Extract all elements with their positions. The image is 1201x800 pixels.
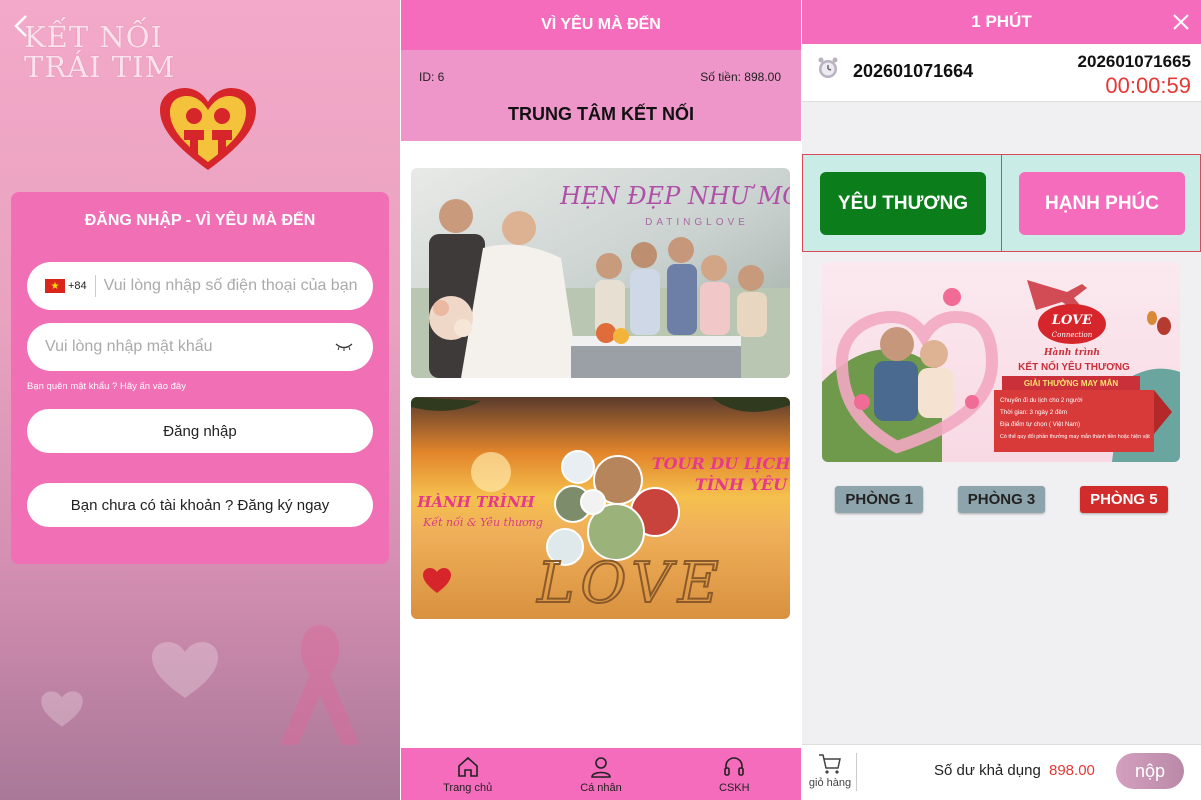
banner3-line2: KẾT NỐI YÊU THƯƠNG: [1018, 359, 1130, 373]
register-button[interactable]: Bạn chưa có tài khoản ? Đăng ký ngay: [27, 483, 373, 527]
room-5-tab[interactable]: PHÒNG 5: [1080, 486, 1168, 513]
balance-amount: Số tiền: 898.00: [700, 70, 781, 84]
account-info-bar: ID: 6 Số tiền: 898.00 TRUNG TÂM KẾT NỐI: [401, 50, 801, 141]
yeu-thuong-button[interactable]: YÊU THƯƠNG: [820, 172, 986, 235]
banner1-headline: HẸN ĐẸP NHƯ MƠ: [559, 182, 790, 210]
nav-label-profile: Cá nhân: [580, 781, 622, 794]
login-screen: KẾT NỐI TRÁI TIM ĐĂNG NHẬP - VÌ YÊU MÀ Đ…: [0, 0, 400, 800]
available-balance-label: Số dư khả dụng: [934, 762, 1041, 779]
banner2-journey: HÀNH TRÌNH: [416, 493, 535, 511]
nav-item-profile[interactable]: Cá nhân: [534, 748, 667, 800]
password-field[interactable]: Vui lòng nhập mật khẩu: [27, 323, 373, 371]
cart-button[interactable]: giỏ hàng: [806, 753, 854, 789]
room-title: 1 PHÚT: [971, 12, 1032, 31]
heart-couple-logo: [160, 88, 256, 170]
cart-icon: [819, 754, 841, 774]
home-header: VÌ YÊU MÀ ĐẾN: [401, 0, 801, 50]
user-id: ID: 6: [419, 70, 445, 84]
deposit-button[interactable]: nộp: [1116, 753, 1184, 789]
love-tour-banner[interactable]: TOUR DU LỊCH TÌNH YÊU HÀNH TRÌNH Kết nối…: [411, 397, 790, 619]
forgot-password-link[interactable]: Bạn quên mật khẩu ? Hãy ấn vào đây: [27, 381, 186, 392]
phone-placeholder: Vui lòng nhập số điện thoại của bạn: [103, 277, 358, 294]
brand-line-2: TRÁI TIM: [24, 50, 176, 84]
nav-label-home: Trang chủ: [443, 781, 493, 794]
center-title: TRUNG TÂM KẾT NỐI: [508, 104, 694, 124]
banner3-bullet-3: Địa điểm tự chọn ( Việt Nam): [1000, 421, 1080, 428]
banner2-tour-line1: TOUR DU LỊCH: [652, 454, 790, 473]
alarm-clock-icon: [818, 57, 838, 78]
screenshot: KẾT NỐI TRÁI TIM ĐĂNG NHẬP - VÌ YÊU MÀ Đ…: [0, 0, 1201, 800]
room-screen: 1 PHÚT 202601071664 202601071665 00:00:5…: [802, 0, 1201, 800]
dating-banner-image: HẸN ĐẸP NHƯ MƠ DATINGLOVE: [411, 168, 790, 378]
eye-closed-icon[interactable]: [335, 342, 353, 352]
heart-decoration: [41, 691, 83, 727]
session-timer-bar: 202601071664 202601071665 00:00:59: [802, 44, 1201, 102]
nav-label-support: CSKH: [719, 781, 750, 794]
love-connection-banner-image: LOVE Connection Hành trình KẾT NỐI YÊU T…: [822, 262, 1180, 462]
next-session-id: 202601071665: [1077, 52, 1191, 71]
banner3-badge-line2: Connection: [1052, 331, 1093, 339]
nav-item-home[interactable]: Trang chủ: [401, 748, 534, 800]
login-button[interactable]: Đăng nhập: [27, 409, 373, 453]
banner3-prize-title: GIẢI THƯỞNG MAY MẮN: [1024, 379, 1119, 388]
brand-line-1: KẾT NỐI: [24, 20, 164, 54]
headset-icon: [724, 756, 745, 776]
dating-banner[interactable]: HẸN ĐẸP NHƯ MƠ DATINGLOVE: [411, 168, 790, 378]
available-balance-value: 898.00: [1049, 762, 1095, 779]
bottom-nav: Trang chủ Cá nhân CSKH: [401, 748, 801, 800]
room-tabs: PHÒNG 1 PHÒNG 3 PHÒNG 5: [802, 486, 1201, 513]
love-tour-banner-image: TOUR DU LỊCH TÌNH YÊU HÀNH TRÌNH Kết nối…: [411, 397, 790, 619]
banner3-bullet-2: Thời gian: 3 ngày 2 đêm: [1000, 409, 1067, 416]
banner1-sub: DATINGLOVE: [645, 217, 749, 228]
current-session-id: 202601071664: [853, 61, 974, 81]
choice-cell-right: HẠNH PHÚC: [1002, 155, 1200, 251]
cart-label: giỏ hàng: [808, 777, 852, 789]
home-screen: VÌ YÊU MÀ ĐẾN ID: 6 Số tiền: 898.00 TRUN…: [401, 0, 801, 800]
heart-decoration: [152, 642, 218, 698]
home-icon: [457, 756, 478, 777]
banner3-line1: Hành trình: [1043, 347, 1100, 358]
room-1-tab[interactable]: PHÒNG 1: [835, 486, 923, 513]
room-footer: giỏ hàng Số dư khả dụng 898.00 nộp: [802, 744, 1201, 800]
vietnam-flag-icon: ★: [45, 279, 65, 293]
nav-item-support[interactable]: CSKH: [668, 748, 801, 800]
banner2-sand-text: LOVE: [536, 551, 724, 616]
footer-divider: [856, 753, 857, 791]
choice-cell-left: YÊU THƯƠNG: [803, 155, 1002, 251]
room-header: 1 PHÚT: [802, 0, 1201, 44]
banner2-journey-sub: Kết nối & Yêu thương: [422, 516, 543, 529]
banner3-badge-line1: LOVE: [1051, 313, 1093, 328]
password-placeholder: Vui lòng nhập mật khẩu: [45, 338, 213, 355]
login-card: ĐĂNG NHẬP - VÌ YÊU MÀ ĐẾN ★ +84 Vui lòng…: [11, 192, 389, 564]
room-3-tab[interactable]: PHÒNG 3: [957, 486, 1046, 513]
close-icon[interactable]: [1171, 12, 1191, 32]
login-title: ĐĂNG NHẬP - VÌ YÊU MÀ ĐẾN: [84, 212, 316, 229]
ribbon-decoration: [280, 625, 360, 745]
phone-field[interactable]: ★ +84 Vui lòng nhập số điện thoại của bạ…: [27, 262, 373, 310]
love-connection-banner[interactable]: LOVE Connection Hành trình KẾT NỐI YÊU T…: [822, 262, 1180, 462]
banner3-bullet-4: Có thể quy đổi phần thưởng may mắn thành…: [1000, 433, 1150, 440]
countdown-timer: 00:00:59: [1105, 73, 1191, 98]
banner3-bullet-1: Chuyến đi du lịch cho 2 người: [1000, 397, 1083, 404]
choice-panel: YÊU THƯƠNG HẠNH PHÚC: [802, 154, 1201, 252]
user-icon: [591, 756, 611, 778]
hanh-phuc-button[interactable]: HẠNH PHÚC: [1019, 172, 1185, 235]
banner2-tour-line2: TÌNH YÊU: [695, 474, 788, 494]
country-code: +84: [68, 280, 87, 292]
field-divider: [94, 275, 96, 297]
brand-wordmark: KẾT NỐI TRÁI TIM: [24, 22, 175, 82]
